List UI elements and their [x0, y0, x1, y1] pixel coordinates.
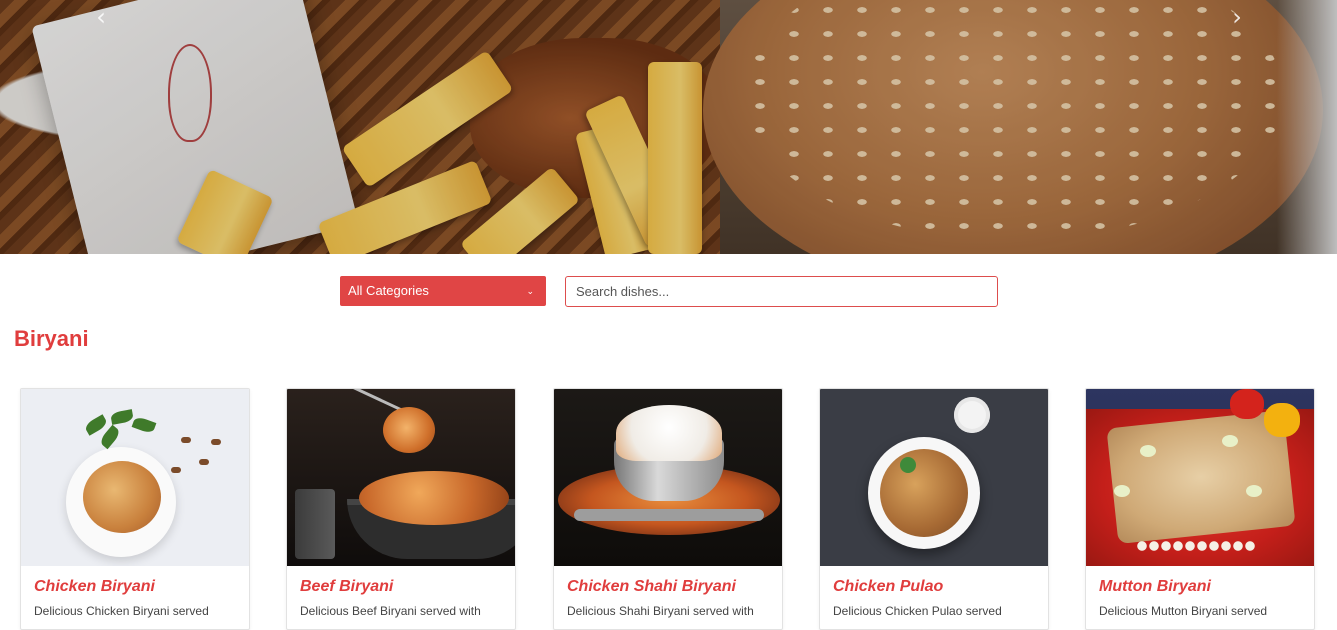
- glass: [295, 489, 335, 559]
- dish-card[interactable]: Chicken Pulao Delicious Chicken Pulao se…: [819, 388, 1049, 630]
- dish-title[interactable]: Mutton Biryani: [1099, 578, 1211, 596]
- beads: [1136, 539, 1256, 553]
- egg: [1246, 485, 1262, 497]
- leaf: [110, 409, 134, 425]
- dish-card[interactable]: Beef Biryani Delicious Beef Biryani serv…: [286, 388, 516, 630]
- rice: [359, 471, 509, 525]
- hero-overlay: [0, 0, 1337, 254]
- spice: [211, 439, 221, 445]
- hero-carousel: ‹ ›: [0, 0, 1337, 254]
- dish-title[interactable]: Beef Biryani: [300, 578, 393, 596]
- search-input[interactable]: [565, 276, 998, 307]
- dish-title[interactable]: Chicken Pulao: [833, 578, 943, 596]
- section-title: Biryani: [14, 326, 89, 351]
- egg: [1222, 435, 1238, 447]
- spice: [181, 437, 191, 443]
- rice: [83, 461, 161, 533]
- egg: [1140, 445, 1156, 457]
- herb: [900, 457, 916, 473]
- dish-image: [554, 389, 782, 566]
- rice: [880, 449, 968, 537]
- pep1: [1230, 389, 1264, 419]
- pep2: [1264, 403, 1300, 437]
- cup: [954, 397, 990, 433]
- dish-description: Delicious Mutton Biryani served: [1099, 604, 1268, 618]
- dish-card[interactable]: Mutton Biryani Delicious Mutton Biryani …: [1085, 388, 1315, 630]
- dome: [616, 405, 722, 461]
- leaf: [98, 424, 122, 450]
- dish-title[interactable]: Chicken Shahi Biryani: [567, 578, 736, 596]
- carousel-next-icon[interactable]: ›: [1225, 2, 1249, 32]
- leaf: [131, 415, 157, 435]
- dish-description: Delicious Shahi Biryani served with: [567, 604, 754, 618]
- egg: [1114, 485, 1130, 497]
- dish-title[interactable]: Chicken Biryani: [34, 578, 155, 596]
- dish-image: [820, 389, 1048, 566]
- category-select-value: All Categories: [348, 283, 429, 298]
- dish-description: Delicious Beef Biryani served with: [300, 604, 481, 618]
- chevron-down-icon: ⌄: [526, 286, 534, 296]
- dish-description: Delicious Chicken Pulao served: [833, 604, 1002, 618]
- dish-card[interactable]: Chicken Shahi Biryani Delicious Shahi Bi…: [553, 388, 783, 630]
- spoon: [383, 407, 435, 453]
- dish-card[interactable]: Chicken Biryani Delicious Chicken Biryan…: [20, 388, 250, 630]
- dish-description: Delicious Chicken Biryani served: [34, 604, 209, 618]
- category-select[interactable]: All Categories ⌄: [340, 276, 546, 306]
- stand: [574, 509, 764, 521]
- dish-image: [287, 389, 515, 566]
- dish-image: [1086, 389, 1314, 566]
- spice: [199, 459, 209, 465]
- dish-image: [21, 389, 249, 566]
- spice: [171, 467, 181, 473]
- carousel-prev-icon[interactable]: ‹: [89, 2, 113, 32]
